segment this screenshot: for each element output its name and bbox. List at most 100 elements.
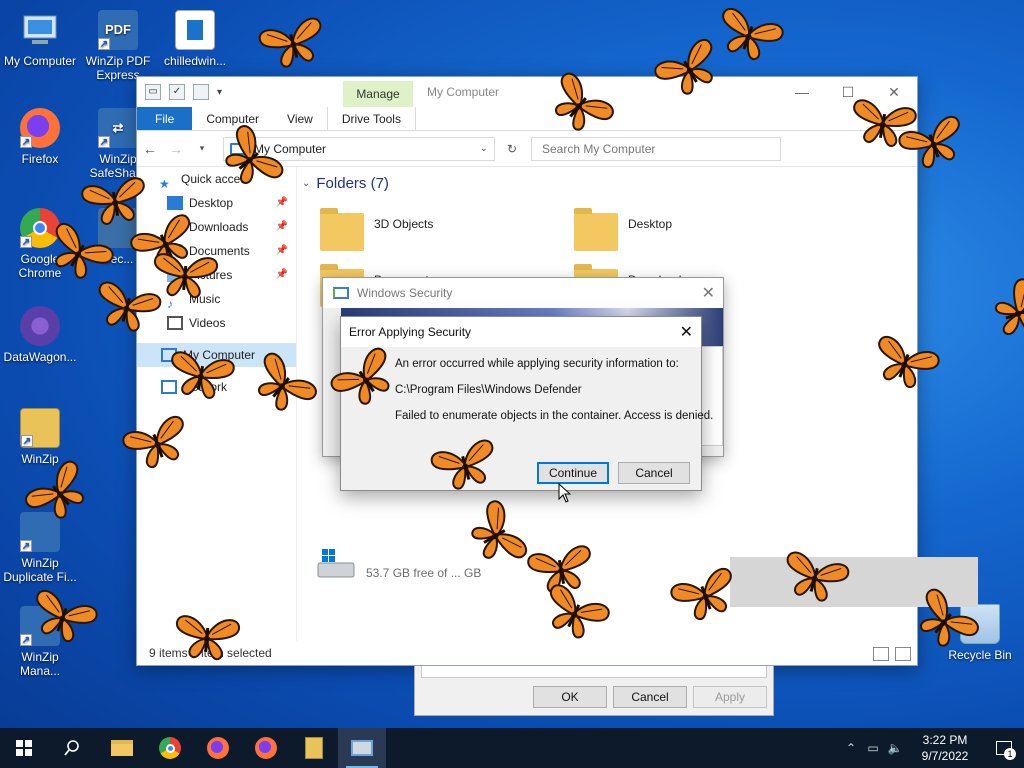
desktop-icon-label: DataWagon... <box>3 350 77 364</box>
notification-center-button[interactable]: 1 <box>984 728 1024 768</box>
nav-item-desktop[interactable]: Desktop 📌 <box>137 191 296 215</box>
shortcut-arrow-icon: ↗ <box>98 38 110 50</box>
butterfly-icon <box>253 10 334 76</box>
drive-c[interactable]: 53.7 GB free of ... GB <box>316 547 481 581</box>
dialog-title: Windows Security <box>357 286 453 300</box>
tab-computer[interactable]: Computer <box>192 107 273 130</box>
system-tray: ⌃ ▭ 🔈 3:22 PM 9/7/2022 1 <box>840 728 1024 768</box>
desktop-icon-firefox[interactable]: ↗ Firefox <box>0 108 80 166</box>
continue-button[interactable]: Continue <box>537 462 609 484</box>
desktop-icon-label: My Computer <box>3 54 77 68</box>
butterfly-icon <box>148 247 222 303</box>
large-icons-view-icon[interactable] <box>895 647 911 661</box>
properties-icon[interactable]: ✓ <box>169 84 185 100</box>
status-bar: 9 items 1 item selected <box>149 646 272 660</box>
taskbar-windows-security[interactable] <box>338 728 386 768</box>
folder-icon <box>111 740 133 756</box>
folder-desktop[interactable]: Desktop <box>574 208 673 251</box>
tab-drive-tools[interactable]: Drive Tools <box>326 107 416 130</box>
new-folder-icon[interactable] <box>193 84 209 100</box>
tab-view[interactable]: View <box>273 107 327 130</box>
error-dialog: Error Applying Security ✕ An error occur… <box>340 316 713 491</box>
refresh-icon[interactable]: ↻ <box>499 142 525 156</box>
taskbar-winzip[interactable] <box>290 728 338 768</box>
qat-dropdown-icon[interactable]: ▾ <box>217 87 222 98</box>
pin-icon[interactable]: 📌 <box>276 239 288 263</box>
clock[interactable]: 3:22 PM 9/7/2022 <box>906 732 984 764</box>
group-header-label: Folders (7) <box>316 175 389 192</box>
security-icon <box>333 287 349 299</box>
error-message: An error occurred while applying securit… <box>395 358 679 370</box>
folder-label: 3D Objects <box>374 217 434 231</box>
butterfly-icon <box>170 609 244 665</box>
network-icon[interactable]: ▭ <box>862 741 884 755</box>
close-icon[interactable]: ✕ <box>702 283 715 303</box>
manage-tab[interactable]: Manage <box>343 81 413 107</box>
search-button[interactable] <box>48 728 96 768</box>
folders-group-header[interactable]: ⌄ Folders (7) <box>302 175 912 192</box>
details-view-icon[interactable] <box>873 647 889 661</box>
desktop-icon-chilledwin[interactable]: chilledwin... <box>155 10 235 68</box>
shortcut-arrow-icon: ↗ <box>98 136 110 148</box>
forward-arrow-icon[interactable]: → <box>163 141 189 157</box>
shortcut-arrow-icon: ↗ <box>20 236 32 248</box>
folder-icon <box>574 208 618 251</box>
shortcut-arrow-icon: ↗ <box>21 435 33 447</box>
properties-panel <box>421 666 767 678</box>
search-icon <box>64 740 79 756</box>
volume-icon[interactable]: 🔈 <box>884 741 906 755</box>
minimize-icon[interactable]: — <box>779 77 825 107</box>
share-icon: ⇄ ↗ <box>98 108 138 148</box>
shortcut-arrow-icon: ↗ <box>20 136 32 148</box>
desktop-icon-datawagon[interactable]: DataWagon... <box>0 306 80 364</box>
pdf-icon: PDF ↗ <box>98 10 138 50</box>
document-icon <box>175 10 215 50</box>
butterfly-icon <box>985 272 1024 355</box>
mouse-cursor-icon <box>558 483 572 503</box>
drive-free-space: 53.7 GB free of ... GB <box>366 566 482 580</box>
cancel-button[interactable]: Cancel <box>618 462 690 484</box>
desktop-icon-label: WinZip Duplicate Fi... <box>3 556 77 584</box>
taskbar-chrome[interactable] <box>146 728 194 768</box>
error-path: C:\Program Files\Windows Defender <box>395 384 582 396</box>
taskbar-file-explorer[interactable] <box>98 728 146 768</box>
shortcut-arrow-icon: ↗ <box>20 634 32 646</box>
search-input[interactable]: Search My Computer <box>531 136 781 161</box>
quick-access-toolbar: ▭ ✓ ▾ <box>137 77 222 107</box>
properties-dialog: OK Cancel Apply <box>414 666 774 716</box>
taskbar-firefox-2[interactable] <box>242 728 290 768</box>
title-bar: ▭ ✓ ▾ Manage My Computer — ☐ ✕ <box>137 77 917 107</box>
pin-icon[interactable]: 📌 <box>276 215 288 239</box>
address-text: My Computer <box>254 141 327 156</box>
computer-icon[interactable]: ▭ <box>145 84 161 100</box>
desktop-icon-label: WinZip Mana... <box>19 650 61 678</box>
apply-button[interactable]: Apply <box>693 686 767 708</box>
close-icon[interactable]: ✕ <box>680 322 693 342</box>
desktop-icon-label: chilledwin... <box>163 54 227 68</box>
security-icon <box>351 740 373 756</box>
pin-icon[interactable]: 📌 <box>276 263 288 287</box>
nav-item-label: Videos <box>189 316 226 330</box>
clock-date: 9/7/2022 <box>921 749 969 763</box>
start-button[interactable] <box>0 728 48 768</box>
folder-icon <box>320 208 364 251</box>
desktop-icon-winzip-pdf[interactable]: PDF ↗ WinZip PDF Express <box>78 10 158 82</box>
pin-icon[interactable]: 📌 <box>276 191 288 215</box>
nav-item-label: Desktop <box>189 196 234 210</box>
winzip-cabinet-icon <box>305 737 323 759</box>
view-buttons <box>873 647 911 661</box>
tab-file[interactable]: File <box>137 107 193 130</box>
ok-button[interactable]: OK <box>533 686 607 708</box>
desktop-icon-my-computer[interactable]: My Computer <box>0 10 80 68</box>
folder-label: Desktop <box>628 217 673 231</box>
chevron-up-icon[interactable]: ⌃ <box>840 741 862 755</box>
film-icon <box>167 316 183 330</box>
chevron-down-icon[interactable]: ⌄ <box>480 143 488 154</box>
gear-icon <box>20 306 60 346</box>
computer-icon <box>20 10 60 50</box>
folder-3d-objects[interactable]: 3D Objects <box>320 208 434 251</box>
back-arrow-icon[interactable]: ← <box>137 141 163 157</box>
taskbar-firefox[interactable] <box>194 728 242 768</box>
cancel-button[interactable]: Cancel <box>613 686 687 708</box>
chevron-down-icon: ⌄ <box>302 178 311 189</box>
